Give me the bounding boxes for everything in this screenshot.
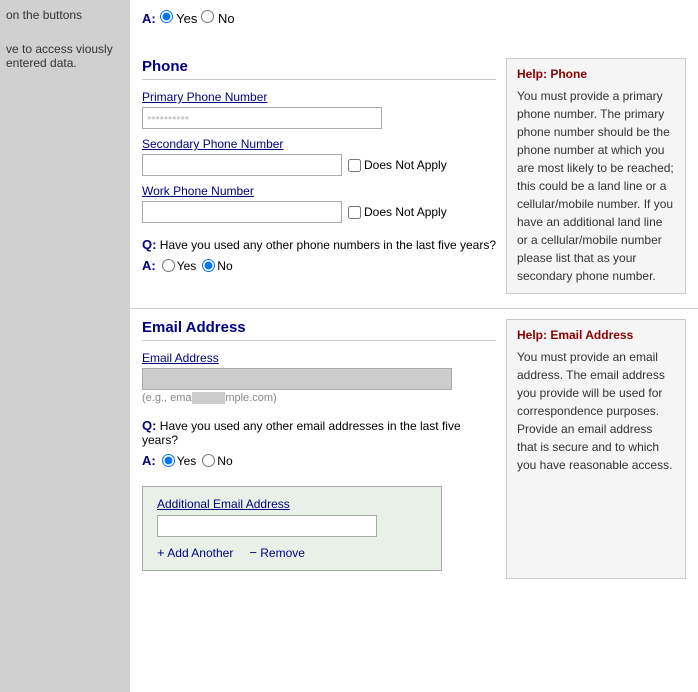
phone-section-title: Phone: [142, 58, 496, 80]
primary-phone-input[interactable]: [142, 107, 382, 129]
phone-answer-row: A: Yes No: [142, 258, 496, 273]
work-does-not-apply-label[interactable]: Does Not Apply: [348, 205, 447, 219]
email-help-title: Help: Email Address: [517, 328, 675, 342]
phone-help-title: Help: Phone: [517, 67, 675, 81]
left-sidebar: on the buttons ve to access viously ente…: [0, 0, 130, 692]
email-help-text: You must provide an email address. The e…: [517, 348, 675, 474]
top-yes-label[interactable]: Yes: [160, 10, 198, 26]
email-question-text: Q: Have you used any other email address…: [142, 418, 496, 447]
work-phone-input[interactable]: [142, 201, 342, 223]
top-yes-radio[interactable]: [160, 10, 173, 23]
additional-email-box: Additional Email Address + Add Another −…: [142, 486, 442, 571]
phone-question-block: Q: Have you used any other phone numbers…: [142, 237, 496, 273]
phone-help-box: Help: Phone You must provide a primary p…: [506, 58, 686, 294]
top-a-label: A:: [142, 11, 156, 26]
work-phone-label: Work Phone Number: [142, 184, 496, 198]
phone-no-radio[interactable]: [202, 259, 215, 272]
email-help-box: Help: Email Address You must provide an …: [506, 319, 686, 579]
top-no-label[interactable]: No: [201, 10, 234, 26]
sidebar-top-text: on the buttons: [6, 8, 124, 22]
email-section-left: Email Address Email Address (e.g., email…: [142, 319, 506, 579]
phone-no-label[interactable]: No: [202, 259, 232, 273]
top-no-radio[interactable]: [201, 10, 214, 23]
email-yes-radio[interactable]: [162, 454, 175, 467]
email-input[interactable]: [142, 368, 452, 390]
work-does-not-apply-checkbox[interactable]: [348, 206, 361, 219]
email-section: Email Address Email Address (e.g., email…: [130, 309, 698, 589]
email-field-label: Email Address: [142, 351, 496, 365]
phone-section: Phone Primary Phone Number Secondary Pho…: [130, 48, 698, 309]
phone-yes-radio[interactable]: [162, 259, 175, 272]
secondary-phone-label: Secondary Phone Number: [142, 137, 496, 151]
email-no-label[interactable]: No: [202, 454, 232, 468]
secondary-does-not-apply-checkbox[interactable]: [348, 159, 361, 172]
email-yes-label[interactable]: Yes: [162, 454, 197, 468]
phone-help-text: You must provide a primary phone number.…: [517, 87, 675, 285]
add-remove-row: + Add Another − Remove: [157, 545, 427, 560]
email-answer-row: A: Yes No: [142, 453, 496, 468]
secondary-phone-input[interactable]: [142, 154, 342, 176]
email-placeholder-text: (e.g., email@example.com): [142, 392, 496, 404]
additional-email-input[interactable]: [157, 515, 377, 537]
top-answer-row: A: Yes No: [142, 10, 686, 26]
phone-yes-label[interactable]: Yes: [162, 259, 197, 273]
additional-email-label: Additional Email Address: [157, 497, 427, 511]
email-question-block: Q: Have you used any other email address…: [142, 418, 496, 571]
phone-question-text: Q: Have you used any other phone numbers…: [142, 237, 496, 252]
phone-section-left: Phone Primary Phone Number Secondary Pho…: [142, 58, 506, 294]
secondary-does-not-apply-label[interactable]: Does Not Apply: [348, 158, 447, 172]
add-another-link[interactable]: + Add Another: [157, 545, 233, 560]
sidebar-bottom-text: ve to access viously entered data.: [6, 42, 124, 70]
remove-link[interactable]: − Remove: [249, 545, 305, 560]
email-no-radio[interactable]: [202, 454, 215, 467]
email-section-title: Email Address: [142, 319, 496, 341]
main-content: A: Yes No Phone Primary Phone Number: [130, 0, 698, 692]
primary-phone-label: Primary Phone Number: [142, 90, 496, 104]
